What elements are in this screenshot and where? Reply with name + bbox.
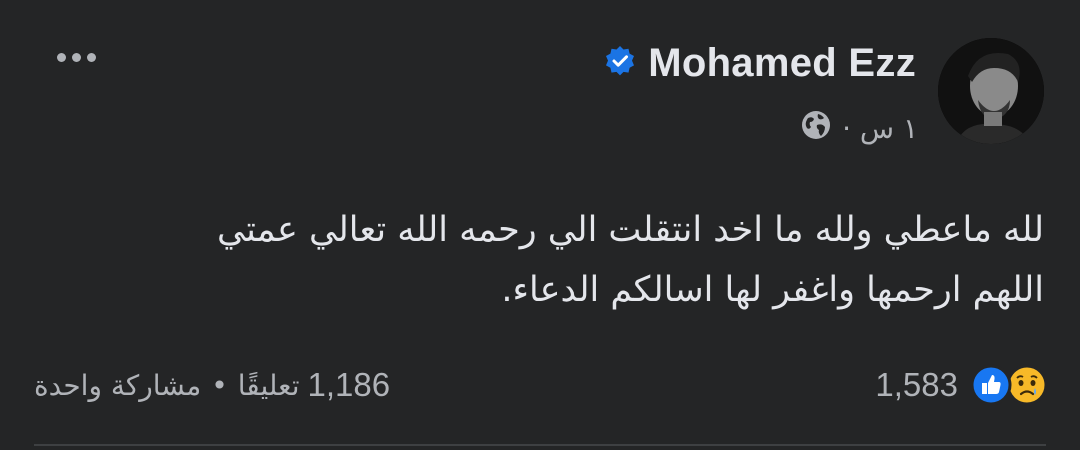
more-options-button[interactable] [52,40,100,74]
shares-link[interactable]: مشاركة واحدة [34,369,201,402]
reaction-icons [970,364,1048,406]
post-text: لله ماعطي ولله ما اخد انتقلت الي رحمه ال… [104,200,1044,320]
reaction-count[interactable]: 1,583 [875,366,958,404]
dot-icon [71,52,81,62]
comments-count: 1,186 [307,366,391,403]
comments-label: تعليقًا [237,368,300,402]
globe-icon[interactable] [800,109,832,148]
divider [34,444,1046,446]
post-time[interactable]: ١ س · [842,112,918,145]
author-name[interactable]: Mohamed Ezz [648,41,916,86]
reactions-summary[interactable]: 1,583 [875,362,1048,408]
avatar[interactable] [938,38,1044,144]
sad-icon [1006,364,1048,406]
verified-badge-icon [604,45,636,81]
dot-icon [56,52,66,62]
engagement-stats: مشاركة واحدة • تعليقًا 1,186 [34,362,390,408]
profile-photo [938,38,1044,144]
dot-icon [86,52,96,62]
post-text-line: اللهم ارحمها واغفر لها اسالكم الدعاء. [501,270,1044,310]
post-text-line: لله ماعطي ولله ما اخد انتقلت الي رحمه ال… [216,210,1044,250]
comments-link[interactable]: تعليقًا 1,186 [238,366,390,404]
post-header: Mohamed Ezz [604,40,916,86]
post-meta: ١ س · [800,110,918,146]
separator: • [211,368,228,402]
like-icon [970,364,1012,406]
